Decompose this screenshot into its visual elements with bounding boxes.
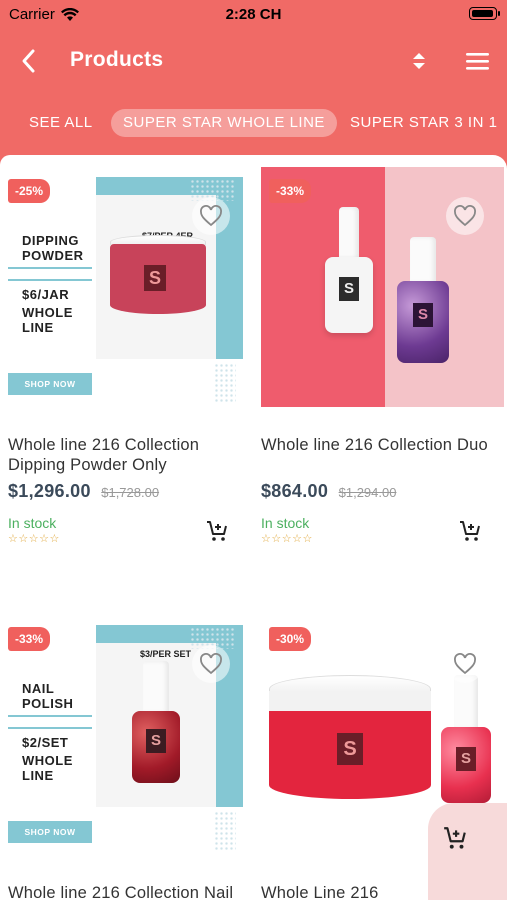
brand-logo: S	[456, 747, 476, 771]
promo-subtitle: WHOLE LINE	[22, 753, 73, 783]
add-to-cart-icon	[444, 827, 466, 849]
hamburger-menu-icon	[466, 53, 489, 70]
category-tabs: SEE ALL SUPER STAR WHOLE LINE SUPER STAR…	[0, 109, 507, 139]
chevron-left-icon	[22, 49, 35, 73]
bottle-cap	[143, 661, 169, 713]
back-button[interactable]	[14, 46, 44, 76]
promo-band	[8, 715, 92, 729]
add-to-cart-button[interactable]	[458, 519, 484, 543]
tab-super-star-whole-line[interactable]: SUPER STAR WHOLE LINE	[111, 109, 337, 137]
price-row: $1,296.00 $1,728.00	[8, 481, 159, 502]
brand-logo: S	[144, 265, 166, 291]
heart-outline-icon	[200, 205, 222, 227]
discount-badge: -33%	[269, 179, 312, 203]
brand-logo: S	[413, 303, 433, 327]
promo-tag: $3/PER SET	[140, 649, 192, 659]
rating-stars: ☆☆☆☆☆	[261, 533, 313, 545]
product-price: $864.00	[261, 481, 329, 501]
heart-outline-icon	[200, 653, 222, 675]
product-title[interactable]: Whole line 216 Collection Dipping Powder…	[8, 435, 243, 475]
product-title[interactable]: Whole line 216 Collection Duo	[261, 435, 504, 455]
product-title[interactable]: Whole Line 216 Colour Dipping powder + N…	[261, 883, 431, 900]
rating-stars: ☆☆☆☆☆	[8, 533, 60, 545]
discount-badge: -25%	[8, 179, 51, 203]
product-image[interactable]: DIPPING POWDER $6/JAR WHOLE LINE SHOP NO…	[0, 167, 243, 407]
discount-badge: -30%	[269, 627, 312, 651]
product-old-price: $1,294.00	[338, 485, 397, 500]
status-time: 2:28 CH	[225, 6, 282, 23]
stock-status: In stock	[8, 515, 57, 531]
promo-unit-price: $6/JAR	[22, 287, 70, 302]
floating-cart-button[interactable]	[428, 803, 507, 900]
discount-badge: -33%	[8, 627, 51, 651]
tab-see-all[interactable]: SEE ALL	[29, 109, 93, 137]
nav-bar: Products	[0, 38, 507, 82]
sort-button[interactable]	[405, 46, 433, 76]
stock-status: In stock	[261, 515, 310, 531]
promo-headline: NAIL POLISH	[22, 681, 74, 711]
status-bar: Carrier 2:28 CH	[0, 0, 507, 32]
large-powder-jar: S	[269, 675, 431, 805]
glitter-polish-bottle: S	[397, 237, 449, 365]
dot-pattern	[214, 811, 236, 851]
favorite-button[interactable]	[192, 197, 230, 235]
bottle-cap	[339, 207, 359, 259]
promo-subtitle: WHOLE LINE	[22, 305, 73, 335]
battery-icon	[469, 7, 500, 20]
promo-shop-now: SHOP NOW	[8, 821, 92, 843]
white-polish-bottle: S	[325, 207, 373, 337]
brand-logo: S	[339, 277, 359, 301]
favorite-button[interactable]	[192, 645, 230, 683]
jar-rim	[269, 691, 431, 711]
product-image[interactable]: S S -33%	[261, 167, 504, 407]
red-polish-bottle: S	[441, 675, 491, 805]
product-grid: DIPPING POWDER $6/JAR WHOLE LINE SHOP NO…	[0, 155, 507, 900]
red-polish-bottle: S	[132, 661, 180, 785]
dot-pattern	[214, 363, 236, 403]
product-old-price: $1,728.00	[101, 485, 160, 500]
brand-logo: S	[337, 733, 363, 765]
bottle-cap	[454, 675, 478, 729]
promo-band	[8, 267, 92, 281]
heart-outline-icon	[454, 653, 476, 675]
brand-logo: S	[146, 729, 166, 753]
product-title[interactable]: Whole line 216 Collection Nail Polish	[8, 883, 243, 900]
header: Carrier 2:28 CH Products SEE ALL SUPER S…	[0, 0, 507, 155]
promo-shop-now: SHOP NOW	[8, 373, 92, 395]
favorite-button[interactable]	[446, 197, 484, 235]
tab-super-star-3-in-1[interactable]: SUPER STAR 3 IN 1	[350, 109, 497, 137]
sort-icon	[413, 53, 425, 69]
menu-button[interactable]	[462, 46, 494, 76]
add-to-cart-button[interactable]	[205, 519, 231, 543]
add-to-cart-icon	[207, 521, 227, 541]
page-title: Products	[70, 48, 164, 71]
promo-headline: DIPPING POWDER	[22, 233, 84, 263]
dipping-powder-jar: S	[110, 235, 206, 317]
price-row: $864.00 $1,294.00	[261, 481, 396, 502]
promo-unit-price: $2/SET	[22, 735, 69, 750]
favorite-button[interactable]	[446, 645, 484, 683]
heart-outline-icon	[454, 205, 476, 227]
product-price: $1,296.00	[8, 481, 91, 501]
add-to-cart-icon	[460, 521, 480, 541]
bottle-cap	[410, 237, 436, 283]
product-image[interactable]: NAIL POLISH $2/SET WHOLE LINE SHOP NOW $…	[0, 615, 243, 855]
